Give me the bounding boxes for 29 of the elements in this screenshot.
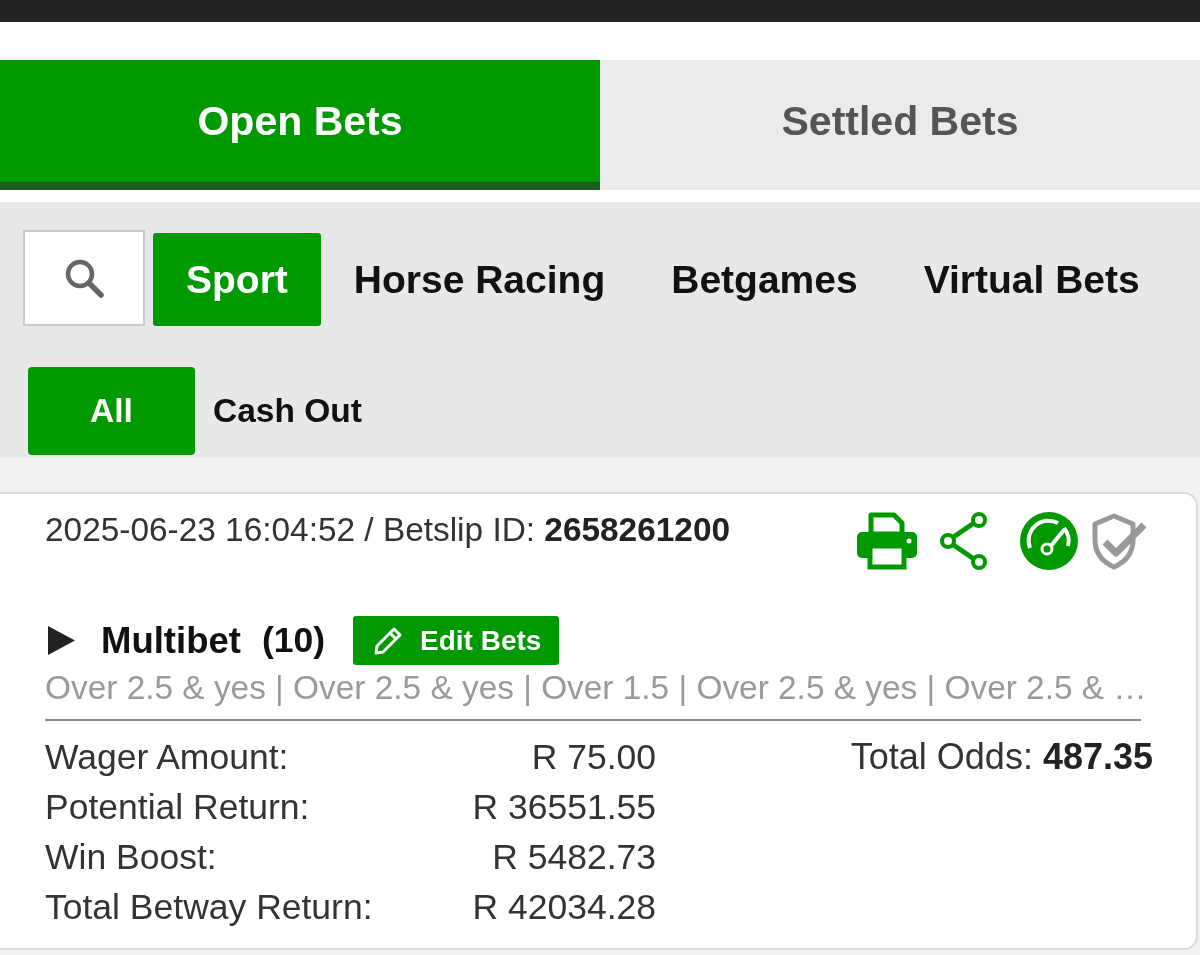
amount-value: R 42034.28 <box>471 886 656 929</box>
category-tab[interactable]: Sport <box>153 233 321 326</box>
bet-info-text: 2025-06-23 16:04:52 / Betslip ID: 2658261200 <box>45 510 731 550</box>
search-icon <box>64 258 104 298</box>
bet-type: Multibet <box>101 619 241 662</box>
selection-count: (10) <box>261 620 326 661</box>
shield-check-icon <box>1090 512 1148 570</box>
filter-tab[interactable]: All <box>28 367 195 455</box>
amount-label: Win Boost: <box>45 836 218 879</box>
tab[interactable]: Open Bets <box>0 60 600 190</box>
expand-triangle-icon[interactable] <box>48 626 75 655</box>
amount-value: R 5482.73 <box>491 836 656 879</box>
amount-label: Total Betway Return: <box>45 886 373 929</box>
amount-value: R 36551.55 <box>471 786 656 829</box>
speedometer-icon <box>1020 512 1078 570</box>
amount-value: R 75.00 <box>530 736 656 779</box>
share-icon[interactable] <box>938 512 990 570</box>
search-button[interactable] <box>23 230 145 326</box>
category-tab[interactable]: Horse Racing <box>320 233 639 326</box>
tab[interactable]: Settled Bets <box>600 60 1200 190</box>
edit-bets-button[interactable]: Edit Bets <box>353 616 560 665</box>
category-tab[interactable]: Virtual Bets <box>890 233 1173 326</box>
filter-tab[interactable]: Cash Out <box>195 367 380 455</box>
amount-label: Potential Return: <box>45 786 311 829</box>
total-odds-text: Total Odds: 487.35 <box>850 736 1153 777</box>
print-icon[interactable] <box>856 512 918 570</box>
amount-label: Wager Amount: <box>45 736 290 779</box>
category-tab[interactable]: Betgames <box>638 233 891 326</box>
selections-text: Over 2.5 & yes | Over 2.5 & yes | Over 1.5 | Over 2.5 & yes | Over 2.5 & … <box>45 668 1148 708</box>
